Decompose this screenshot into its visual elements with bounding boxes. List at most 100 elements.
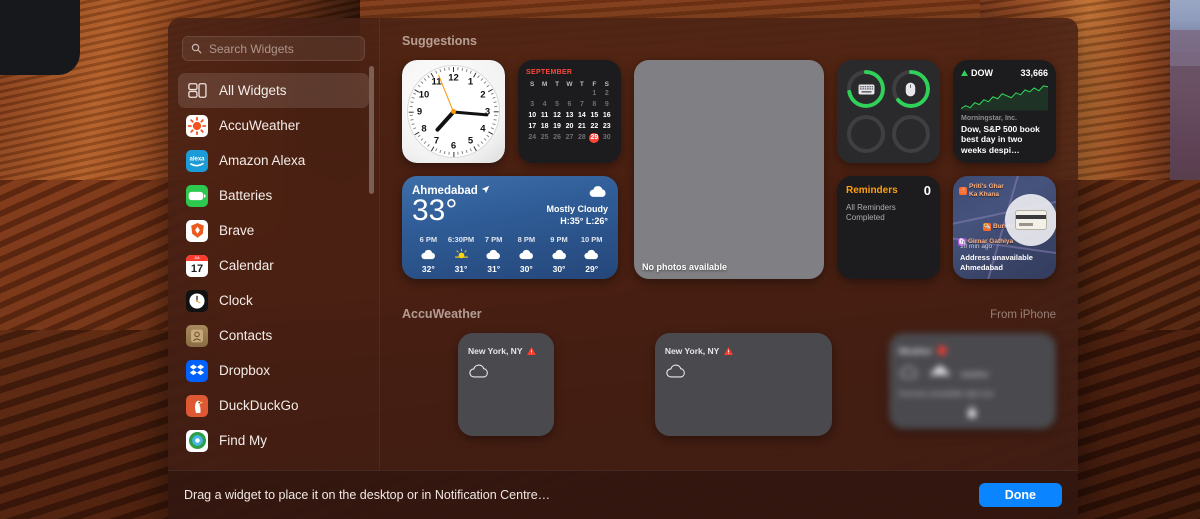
calendar-day: 19 [553,123,561,130]
sidebar-item-accuweather[interactable]: AccuWeather [178,108,369,143]
svg-text:alexa: alexa [189,156,205,162]
cloud-icon [543,247,576,261]
stocks-sparkline [961,85,1048,111]
clock-face: 12 1 2 3 4 5 6 7 8 9 10 11 [402,60,505,163]
gallery-bottom-bar: Drag a widget to place it on the desktop… [168,470,1078,519]
map-address: Address unavailable [960,253,1033,262]
map-info-block: 10 min ago Address unavailable Ahmedabad [960,243,1033,272]
calendar-blank [538,89,550,99]
sidebar-item-batteries[interactable]: Batteries [178,178,369,213]
weather-hour-time: 6:30PM [447,235,475,244]
reminders-top: Reminders 0 [846,183,931,198]
weather-hour-temp: 30° [519,264,533,274]
done-button[interactable]: Done [978,483,1062,507]
stocks-area [961,85,1048,111]
search-wrap [168,36,379,73]
weather-high-low: H:35° L:26° [560,216,608,226]
calendar-month-label: SEPTEMBER [526,69,573,76]
sunset-icon [445,247,478,261]
clock-tick [408,110,454,113]
cloud-icon [412,247,445,261]
sidebar-item-amazon-alexa[interactable]: alexa Amazon Alexa [178,143,369,178]
findmy-icon [186,429,208,452]
calendar-day: 21 [578,123,586,130]
reminders-subtitle-line1: All Reminders [846,203,896,212]
sidebar-scrollbar[interactable] [369,66,374,194]
weather-condition: Mostly Cloudy [546,204,608,214]
batteries-widget[interactable] [837,60,940,163]
weather-hour-cell: 6:30PM 31° [445,235,478,274]
location-arrow-icon [481,185,490,197]
accuweather-city: New York, NY [468,346,523,356]
screen-notch [0,0,80,75]
battery-ring-mouse [891,70,930,109]
accuweather-widget-row: New York, NY New York, NY Weather weathe… [402,333,1056,436]
maps-widget[interactable]: 🍴 Priti's GharKa Khana 🌯 Burrito Express… [953,176,1056,279]
sidebar-item-brave[interactable]: Brave [178,213,369,248]
batteries-icon [186,184,208,207]
sidebar-item-contacts[interactable]: Contacts [178,318,369,353]
sidebar-item-find-my[interactable]: Find My [178,423,369,458]
calendar-dow: T [579,81,584,88]
accuweather-blurred-widget-3[interactable]: Weather weather Forecast unavailable rig… [888,333,1056,429]
calendar-icon: JUL 17 [186,254,208,277]
accuweather-header: New York, NY [458,333,554,360]
ring-track [847,114,886,153]
sidebar-item-label: Find My [219,433,268,448]
stocks-ticker: DOW [971,68,993,78]
stocks-widget[interactable]: DOW 33,666 Morningstar, Inc. Dow, S&P 50… [953,60,1056,163]
contacts-icon [186,324,208,347]
calendar-day: 20 [565,123,574,130]
weather-left: Ahmedabad 33° [412,185,490,226]
snow-icon [927,363,953,386]
calendar-day: 6 [567,101,572,108]
sidebar-item-clock[interactable]: Clock [178,283,369,318]
search-input[interactable] [209,41,356,56]
weather-hour-time: 7 PM [484,235,503,244]
weather-hour-temp: 30° [552,264,566,274]
accuweather-icon [186,114,208,137]
widget-column-4: DOW 33,666 Morningstar, Inc. Dow, S&P 50… [953,60,1056,279]
calendar-widget[interactable]: SEPTEMBER S M T W T F S 1 2 3 4 5 6 7 8 9 10 11 12 13 14 15 16… [518,60,621,163]
sidebar-item-all-widgets[interactable]: All Widgets [178,73,369,108]
sidebar-item-label: Batteries [219,188,273,203]
reminders-count: 0 [923,183,931,198]
brave-icon [186,219,208,242]
weather-top: Ahmedabad 33° Mostly Cloudy H:35° L:26° [412,185,608,227]
sidebar-item-calendar[interactable]: JUL 17 Calendar [178,248,369,283]
sidebar-item-label: Clock [219,293,253,308]
weather-hour-time: 6 PM [419,235,438,244]
cloud-icon [575,247,608,261]
calendar-day: 7 [579,101,584,108]
search-widgets-box[interactable] [182,36,365,61]
calendar-day: 25 [540,134,549,141]
stocks-ticker-row: DOW [961,68,993,78]
photos-widget[interactable]: No photos available [634,60,824,279]
duckduckgo-icon [186,394,208,417]
accuweather-city: Weather [898,346,932,356]
weather-widget[interactable]: Ahmedabad 33° Mostly Cloudy H:35° L:26° … [402,176,618,279]
calendar-day: 13 [565,112,574,119]
calendar-blank [576,89,588,99]
lock-icon [967,405,977,423]
accuweather-small-widget-1[interactable]: New York, NY [458,333,554,436]
calendar-day: 27 [565,134,574,141]
weather-hour-temp: 32° [421,264,435,274]
sidebar-item-duckduckgo[interactable]: DuckDuckGo [178,388,369,423]
weather-hour-cell: 7 PM 31° [477,235,510,274]
drag-hint-text: Drag a widget to place it on the desktop… [184,488,551,502]
calendar-blank [563,89,575,99]
clock-center-pin [451,109,456,114]
calendar-dow: T [555,81,560,88]
clock-widget[interactable]: 12 1 2 3 4 5 6 7 8 9 10 11 [402,60,505,163]
calendar-dow: S [604,81,609,88]
sidebar-item-dropbox[interactable]: Dropbox [178,353,369,388]
reminders-title: Reminders [846,185,898,196]
weather-right: Mostly Cloudy H:35° L:26° [546,185,608,227]
reminders-widget[interactable]: Reminders 0 All Reminders Completed [837,176,940,279]
calendar-day: 12 [553,112,561,119]
accuweather-medium-widget-2[interactable]: New York, NY [654,333,832,436]
calendar-dow: F [592,81,597,88]
cloud-icon [655,360,832,383]
ring-track [891,114,930,153]
